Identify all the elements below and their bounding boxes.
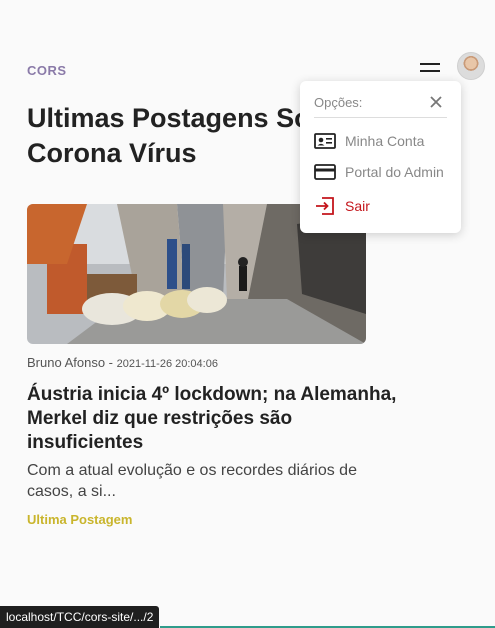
logout-icon: [314, 196, 336, 216]
brand-logo[interactable]: CORS: [27, 63, 67, 78]
meta-separator: -: [105, 355, 117, 370]
post-date: 2021-11-26 20:04:06: [116, 358, 218, 370]
dropdown-divider: [314, 117, 447, 118]
user-avatar[interactable]: [457, 52, 485, 80]
menu-item-minha-conta[interactable]: Minha Conta: [314, 130, 454, 154]
post-tag[interactable]: Ultima Postagem: [27, 512, 132, 527]
post-excerpt: Com a atual evolução e os recordes diári…: [27, 462, 357, 500]
link-status-bar: localhost/TCC/cors-site/.../2: [0, 606, 160, 628]
post-title[interactable]: Áustria inicia 4º lockdown; na Alemanha,…: [27, 383, 407, 455]
menu-line-icon: [420, 63, 440, 65]
dropdown-heading: Opções:: [314, 95, 363, 110]
menu-item-sair[interactable]: Sair: [314, 195, 454, 219]
close-icon[interactable]: [429, 95, 443, 109]
post-meta: Bruno Afonso - 2021-11-26 20:04:06: [27, 355, 218, 370]
credit-card-icon: [314, 162, 336, 182]
menu-item-label: Sair: [345, 198, 370, 214]
menu-item-label: Portal do Admin: [345, 164, 444, 180]
menu-item-label: Minha Conta: [345, 133, 425, 149]
page-title: Ultimas Postagens Sobre Corona Vírus: [27, 103, 327, 168]
menu-line-icon: [420, 70, 440, 72]
menu-item-portal-do-admin[interactable]: Portal do Admin: [314, 161, 454, 185]
page-title-wrapper: Ultimas Postagens Sobre Corona Vírus: [27, 101, 327, 173]
id-card-icon: [314, 131, 336, 151]
user-options-dropdown: Opções: Minha Conta Portal do Admin Sair: [300, 81, 461, 233]
post-author: Bruno Afonso: [27, 355, 106, 370]
hamburger-menu-button[interactable]: [420, 61, 442, 77]
